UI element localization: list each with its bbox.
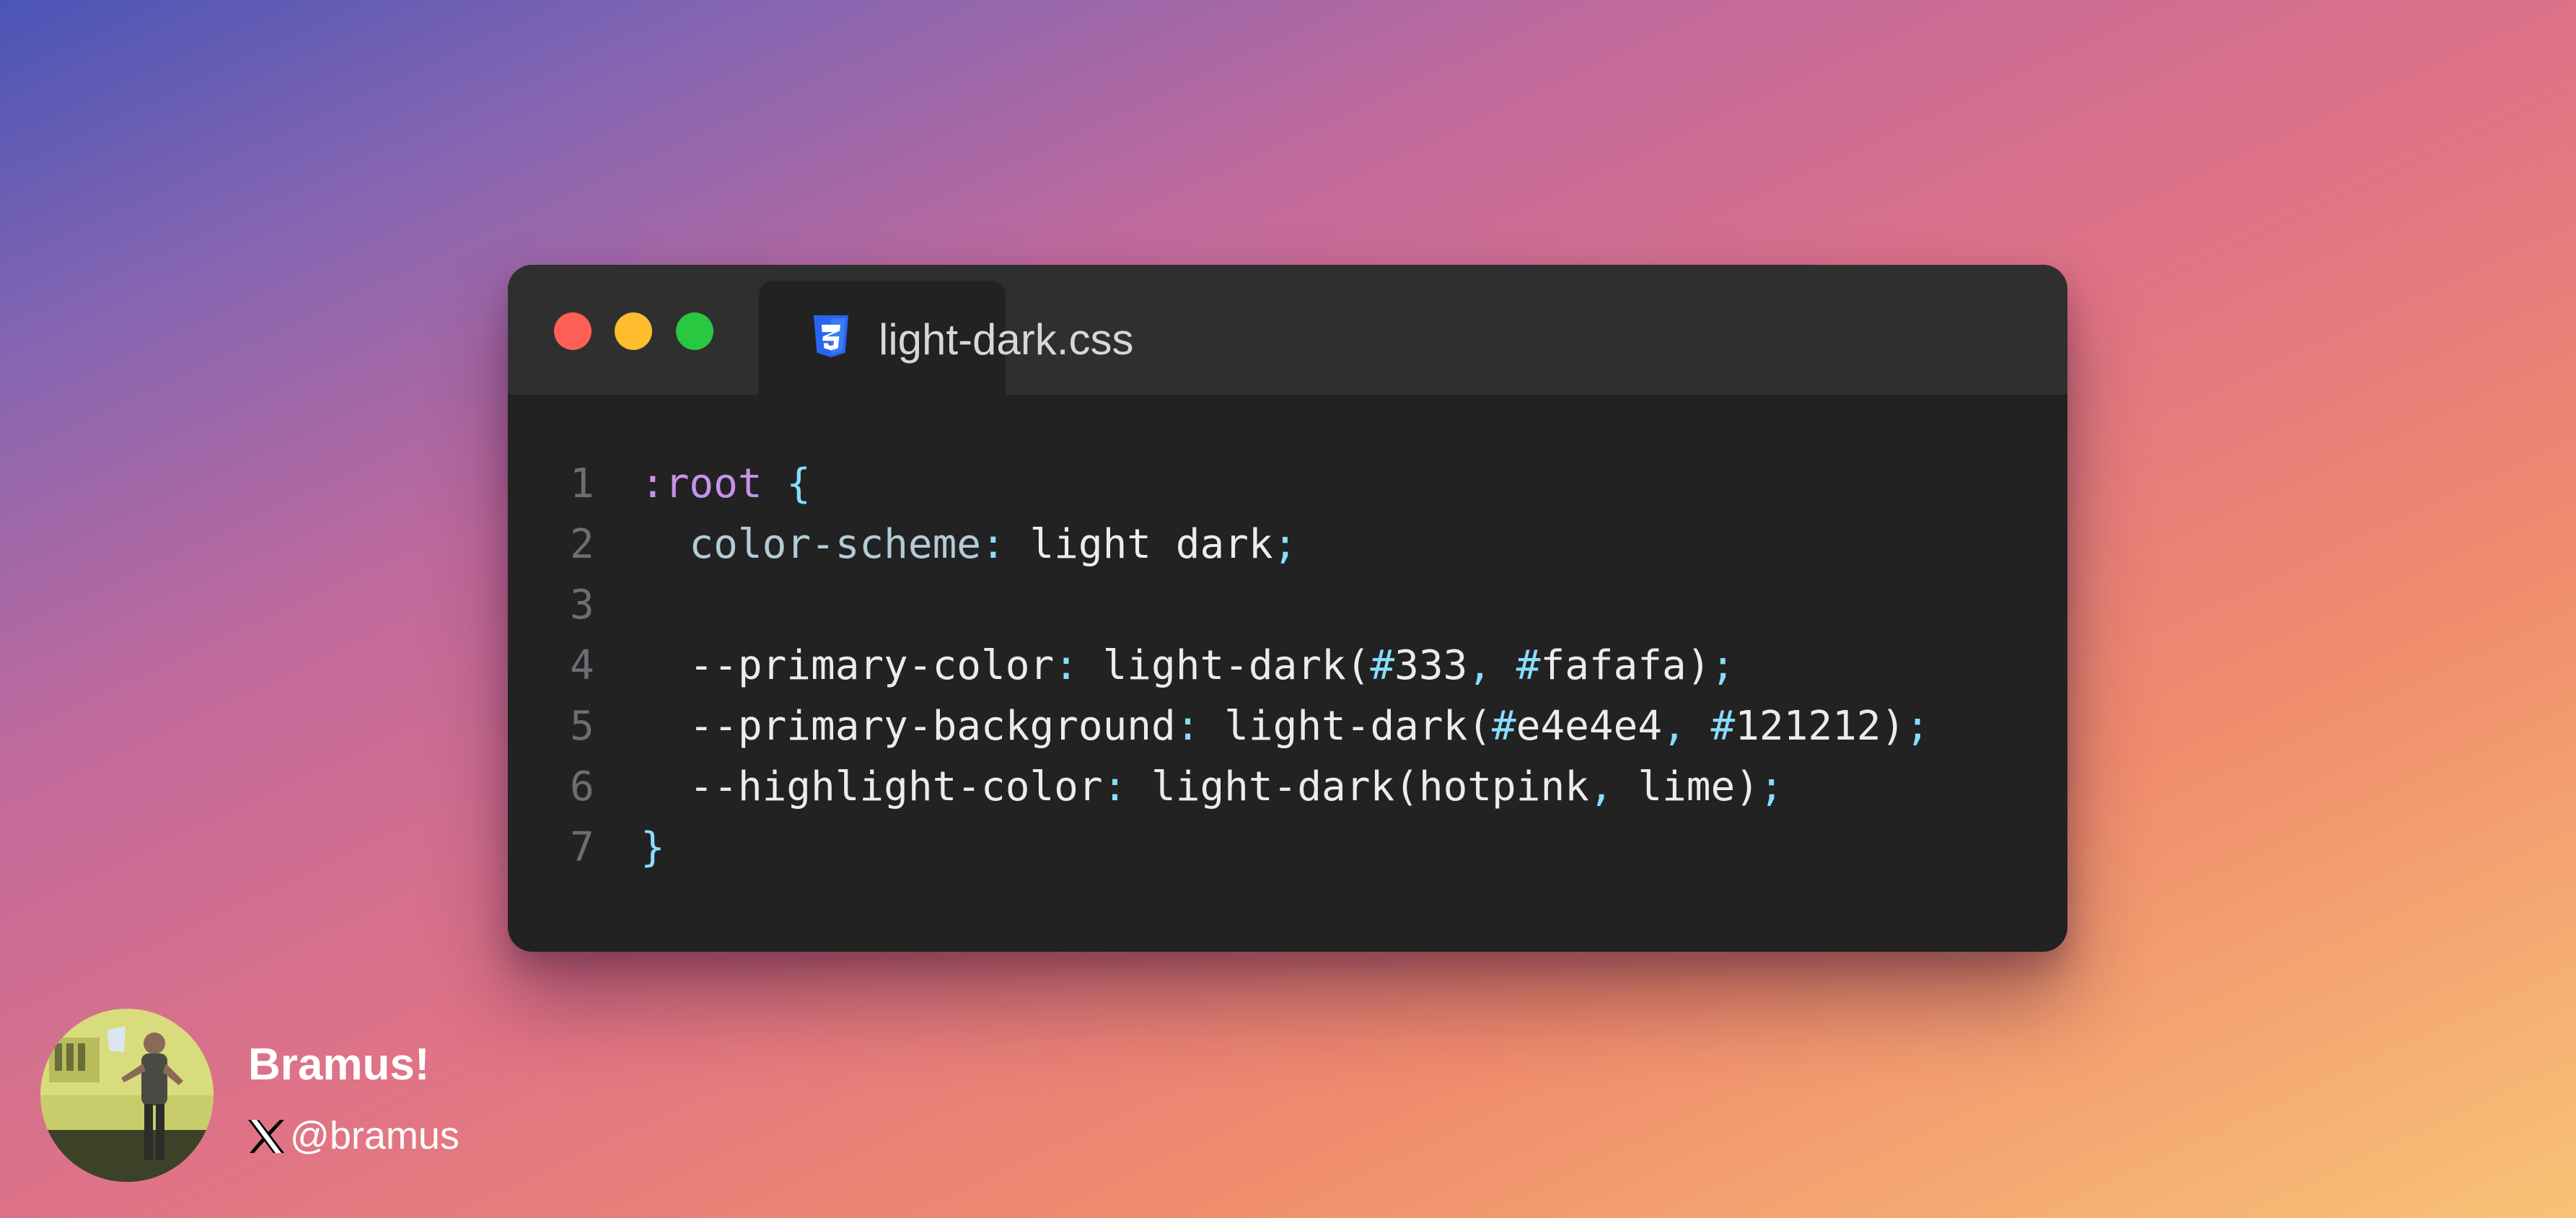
code-token: # bbox=[1492, 703, 1516, 750]
author-card: Bramus! @bramus bbox=[40, 1009, 531, 1182]
code-line: 2 color-scheme: light dark; bbox=[508, 514, 2067, 575]
code-token: ; bbox=[1905, 703, 1930, 750]
code-token: : bbox=[1102, 763, 1127, 810]
line-number: 4 bbox=[570, 642, 594, 689]
code-token: light-dark(hotpink bbox=[1127, 763, 1589, 810]
code-token: : bbox=[1175, 703, 1200, 750]
line-number: 1 bbox=[570, 460, 594, 507]
line-code: --highlight-color: light-dark(hotpink, l… bbox=[641, 757, 1784, 818]
code-token: , bbox=[1467, 642, 1493, 689]
code-token: lime) bbox=[1613, 763, 1759, 810]
author-name: Bramus! bbox=[248, 1040, 430, 1090]
code-window: light-dark.css 1:root {2 color-scheme: l… bbox=[508, 265, 2067, 952]
line-code: --primary-color: light-dark(#333, #fafaf… bbox=[641, 636, 1735, 696]
line-code: } bbox=[641, 818, 665, 878]
code-token: ; bbox=[1759, 763, 1784, 810]
code-line: 7} bbox=[508, 818, 2067, 878]
code-token: color-scheme bbox=[641, 521, 982, 568]
code-token: light-dark( bbox=[1200, 703, 1493, 750]
code-token: ; bbox=[1710, 642, 1736, 689]
line-code: color-scheme: light dark; bbox=[641, 514, 1297, 575]
code-token: , bbox=[1588, 763, 1614, 810]
code-token: :root bbox=[641, 460, 762, 507]
code-token: e4e4e4 bbox=[1516, 703, 1663, 750]
code-token: # bbox=[1710, 703, 1736, 750]
x-logo-icon bbox=[248, 1120, 284, 1153]
line-number: 3 bbox=[570, 582, 594, 628]
code-token: } bbox=[641, 824, 665, 871]
css3-icon bbox=[814, 315, 848, 357]
file-tab-label: light-dark.css bbox=[879, 315, 1134, 364]
code-token: --primary-background bbox=[641, 703, 1176, 750]
file-tab[interactable]: light-dark.css bbox=[759, 281, 1133, 395]
line-code: --primary-background: light-dark(#e4e4e4… bbox=[641, 696, 1930, 757]
code-line: 4 --primary-color: light-dark(#333, #faf… bbox=[508, 636, 2067, 696]
code-token: : bbox=[1054, 642, 1078, 689]
code-token: --primary-color bbox=[641, 642, 1055, 689]
line-code: :root { bbox=[641, 454, 811, 514]
maximize-window-button[interactable] bbox=[676, 312, 713, 350]
line-number: 2 bbox=[570, 521, 594, 568]
code-token: 333 bbox=[1394, 642, 1468, 689]
code-token: --highlight-color bbox=[641, 763, 1103, 810]
code-token: # bbox=[1370, 642, 1395, 689]
code-line: 3 bbox=[508, 575, 2067, 636]
line-number: 7 bbox=[570, 824, 594, 871]
code-line: 5 --primary-background: light-dark(#e4e4… bbox=[508, 696, 2067, 757]
code-line: 1 :root { bbox=[508, 454, 2067, 514]
code-token: light dark bbox=[1005, 521, 1273, 568]
code-token: 121212) bbox=[1735, 703, 1906, 750]
close-window-button[interactable] bbox=[554, 312, 592, 350]
title-bar: light-dark.css bbox=[508, 265, 2067, 395]
code-token: , bbox=[1662, 703, 1687, 750]
code-editor: 1:root {2 color-scheme: light dark; 3 4 --… bbox=[508, 454, 2067, 878]
minimize-window-button[interactable] bbox=[615, 312, 652, 350]
code-token: { bbox=[786, 460, 812, 507]
code-token: ; bbox=[1272, 521, 1298, 568]
code-line: 6 --highlight-color: light-dark(hotpink,… bbox=[508, 757, 2067, 818]
code-token: # bbox=[1516, 642, 1541, 689]
line-number: 6 bbox=[570, 763, 594, 810]
avatar bbox=[40, 1009, 214, 1182]
line-number: 5 bbox=[570, 703, 594, 750]
code-token: : bbox=[981, 521, 1006, 568]
author-handle-text: @bramus bbox=[290, 1114, 460, 1157]
code-token: light-dark( bbox=[1078, 642, 1371, 689]
code-token: fafafa) bbox=[1540, 642, 1711, 689]
